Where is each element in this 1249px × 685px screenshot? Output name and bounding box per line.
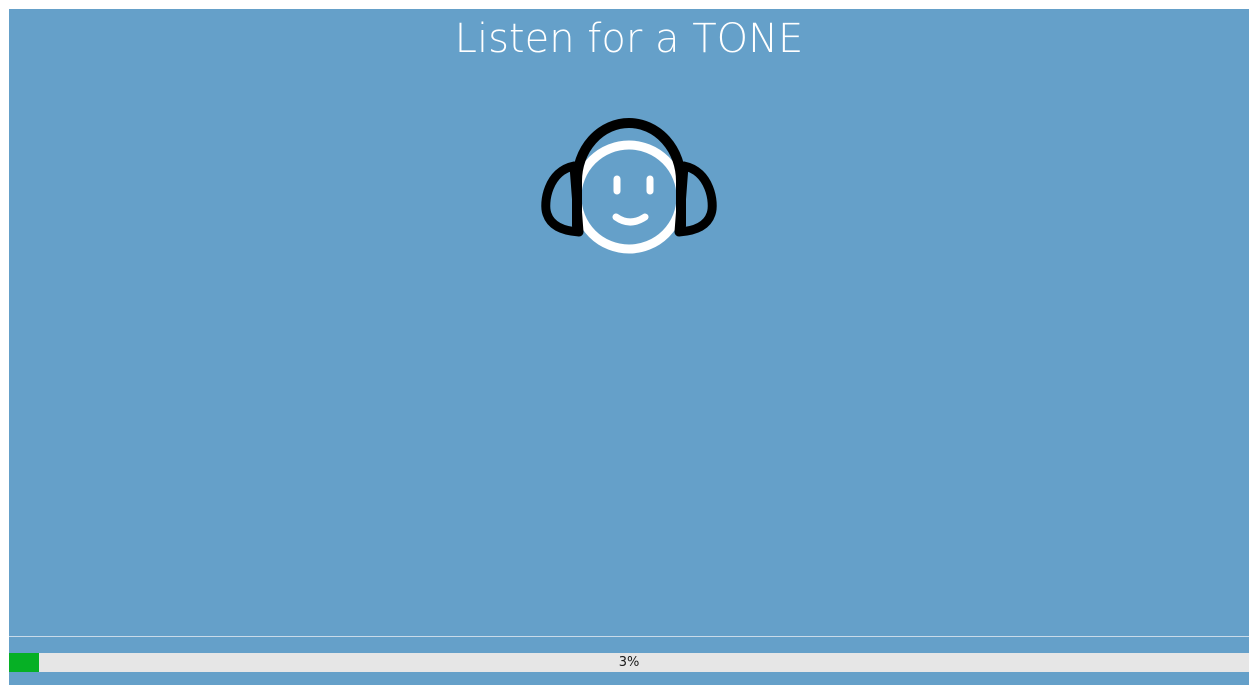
headphones-face-icon xyxy=(539,109,719,254)
progress-bar: 3% xyxy=(9,653,1249,672)
progress-label: 3% xyxy=(618,655,640,670)
footer-divider xyxy=(9,636,1249,637)
page-title: Listen for a TONE xyxy=(454,16,804,62)
hearing-test-window: Listen for a TONE 3% xyxy=(9,9,1249,685)
